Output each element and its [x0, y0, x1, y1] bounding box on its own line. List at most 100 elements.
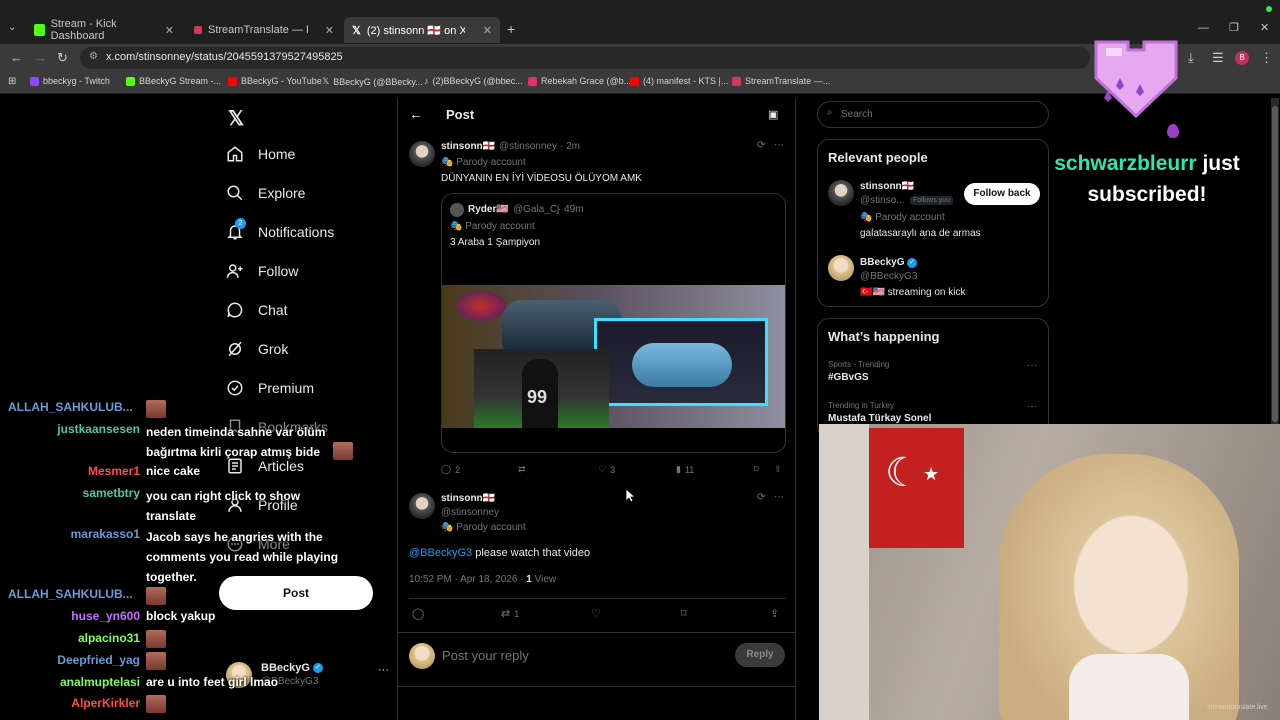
quote-text: 3 Araba 1 Şampiyon: [450, 237, 541, 248]
video-thumbnail[interactable]: 99: [442, 285, 785, 428]
close-tab-icon[interactable]: ✕: [165, 24, 174, 37]
reply-action[interactable]: ◯ 2: [441, 464, 460, 475]
reply-action[interactable]: ◯: [412, 607, 424, 620]
person-handle: @BBeckyG3: [860, 271, 918, 282]
share-action[interactable]: ⇪: [770, 607, 779, 620]
tab-kick-dashboard[interactable]: Stream - Kick Dashboard ✕: [26, 17, 182, 43]
back-icon[interactable]: ←: [10, 50, 23, 65]
reply-button[interactable]: Reply: [735, 643, 785, 667]
timestamp-text[interactable]: 10:52 PM · Apr 18, 2026 ·: [409, 574, 526, 585]
views-action[interactable]: ▮ 11: [676, 464, 694, 475]
scrollbar-thumb[interactable]: [1272, 106, 1278, 422]
bookmark-twitch[interactable]: bbeckyg - Twitch: [30, 76, 110, 86]
nav-chat[interactable]: Chat: [226, 301, 288, 319]
like-action[interactable]: ♡: [591, 607, 601, 620]
nav-notifications[interactable]: 2 Notifications: [226, 218, 335, 241]
nav-premium[interactable]: Premium: [226, 379, 314, 397]
like-action[interactable]: ♡ 3: [598, 464, 615, 475]
bookmark-manifest[interactable]: (4) manifest - KTS |...: [630, 76, 728, 86]
search-field[interactable]: ⌕ Search: [817, 101, 1049, 128]
reply-icon: ◯: [441, 464, 452, 474]
nav-grok[interactable]: Grok: [226, 340, 288, 358]
tab-x-post[interactable]: 𝕏 (2) stinsonn 🏴󠁧󠁢󠁥󠁮󠁧󠁿 on X: "@BB ✕: [344, 17, 500, 43]
close-tab-icon[interactable]: ✕: [325, 24, 334, 37]
url-field[interactable]: ⚙ x.com/stinsonney/status/20455913795274…: [80, 47, 1090, 69]
back-arrow-icon[interactable]: ←: [409, 106, 423, 122]
author-handle[interactable]: @stinsonney: [441, 507, 499, 518]
parody-badge: 🎭 Parody account: [450, 221, 535, 232]
post-time[interactable]: · 2m: [560, 141, 580, 152]
post-text: @BBeckyG3 please watch that video: [409, 547, 590, 559]
reply-input[interactable]: Post your reply: [442, 648, 529, 663]
bookmark-kick[interactable]: BBeckyG Stream -...: [126, 76, 221, 86]
person-avatar[interactable]: [828, 180, 854, 206]
bookmark-label: Rebekah Grace (@b...: [541, 76, 632, 86]
apps-grid-icon[interactable]: ⊞: [8, 76, 16, 87]
drop-icon: [1167, 124, 1179, 138]
tab-list-icon[interactable]: ⌄: [8, 22, 16, 33]
maximize-icon[interactable]: ❐: [1229, 21, 1239, 34]
search-placeholder: Search: [841, 109, 873, 120]
share-action[interactable]: ⇪: [774, 464, 782, 475]
close-tab-icon[interactable]: ✕: [483, 24, 492, 37]
verified-badge-icon: [227, 380, 243, 396]
person-name[interactable]: stinsonn🏴󠁧󠁢󠁥󠁮󠁧󠁿: [860, 181, 914, 192]
more-icon[interactable]: ···: [774, 491, 784, 502]
new-tab-icon[interactable]: +: [507, 21, 515, 37]
x-logo-icon[interactable]: 𝕏: [228, 106, 244, 131]
download-icon[interactable]: ⤓: [1188, 50, 1194, 66]
author-avatar[interactable]: [409, 141, 435, 167]
author-handle[interactable]: @stinsonney: [499, 141, 557, 152]
bookmark-action[interactable]: ⌑: [681, 607, 687, 620]
video-inset-frame: [594, 318, 768, 406]
bookmark-instagram[interactable]: Rebekah Grace (@b...: [528, 76, 631, 86]
bookmark-x[interactable]: 𝕏 BBeckyG (@BBecky...: [322, 76, 423, 87]
more-icon[interactable]: ···: [774, 139, 784, 150]
grok-icon[interactable]: ⟳: [757, 140, 765, 151]
tab-streamtranslate[interactable]: StreamTranslate — Real-Tim ✕: [186, 17, 342, 43]
person-handle: @stinso...: [860, 195, 905, 206]
logo-emblem: [456, 291, 506, 321]
nav-label: Notifications: [258, 224, 335, 240]
person-bio: galatasaraylı ana de armas: [860, 228, 981, 239]
twitch-icon: [30, 76, 39, 86]
reload-icon[interactable]: ↻: [57, 50, 68, 66]
grok-icon[interactable]: ⟳: [757, 492, 765, 503]
bookmark-youtube[interactable]: BBeckyG - YouTube: [228, 76, 322, 86]
nav-label: Home: [258, 146, 296, 162]
nav-follow[interactable]: Follow: [226, 262, 298, 280]
trend-more-icon[interactable]: ···: [1027, 360, 1037, 371]
profile-avatar-icon[interactable]: B: [1235, 51, 1249, 65]
bookmark-action[interactable]: ⌑: [754, 464, 759, 475]
reader-view-icon[interactable]: ▣: [768, 108, 778, 121]
repost-action[interactable]: ⇄ 1: [501, 607, 519, 620]
mention-link[interactable]: @BBeckyG3: [409, 547, 472, 559]
url-text: x.com/stinsonney/status/2045591379527495…: [106, 51, 343, 63]
site-info-icon[interactable]: ⚙: [89, 51, 98, 62]
page-title: Post: [446, 107, 475, 122]
nav-explore[interactable]: Explore: [226, 184, 305, 202]
quoted-post[interactable]: Ryder🇺🇸 @Gala_Cj · 49m 🎭 Parody account …: [441, 193, 786, 453]
sub-text: just: [1196, 152, 1240, 175]
author-name[interactable]: stinsonn🏴󠁧󠁢󠁥󠁮󠁧󠁿: [441, 141, 495, 152]
bookmark-tiktok[interactable]: ♪ (2)BBeckyG (@bbec...: [424, 76, 523, 86]
author-name[interactable]: stinsonn🏴󠁧󠁢󠁥󠁮󠁧󠁿: [441, 493, 495, 504]
forward-icon[interactable]: →: [34, 50, 47, 65]
author-avatar[interactable]: [409, 493, 435, 519]
bookmark-label: BBeckyG Stream -...: [139, 76, 222, 86]
minimize-icon[interactable]: —: [1198, 22, 1209, 34]
nav-home[interactable]: Home: [226, 145, 295, 163]
person-avatar[interactable]: [828, 255, 854, 281]
person-name[interactable]: BBeckyG: [860, 257, 904, 268]
chat-message: you can right click to show translate: [146, 489, 301, 523]
page-scrollbar[interactable]: [1271, 98, 1279, 424]
close-window-icon[interactable]: ✕: [1260, 21, 1269, 34]
trend-item[interactable]: Sports · Trending #GBvGS ···: [828, 360, 1040, 390]
media-icon[interactable]: ☰: [1212, 50, 1224, 66]
parody-badge: 🎭 Parody account: [441, 157, 526, 168]
bookmark-streamtranslate[interactable]: StreamTranslate —...: [732, 76, 830, 86]
repost-action[interactable]: ⇄: [518, 464, 526, 475]
menu-kebab-icon[interactable]: ⋮: [1260, 50, 1273, 66]
chat-username: Deepfried_yag: [57, 653, 140, 667]
trend-more-icon[interactable]: ···: [1027, 401, 1037, 412]
